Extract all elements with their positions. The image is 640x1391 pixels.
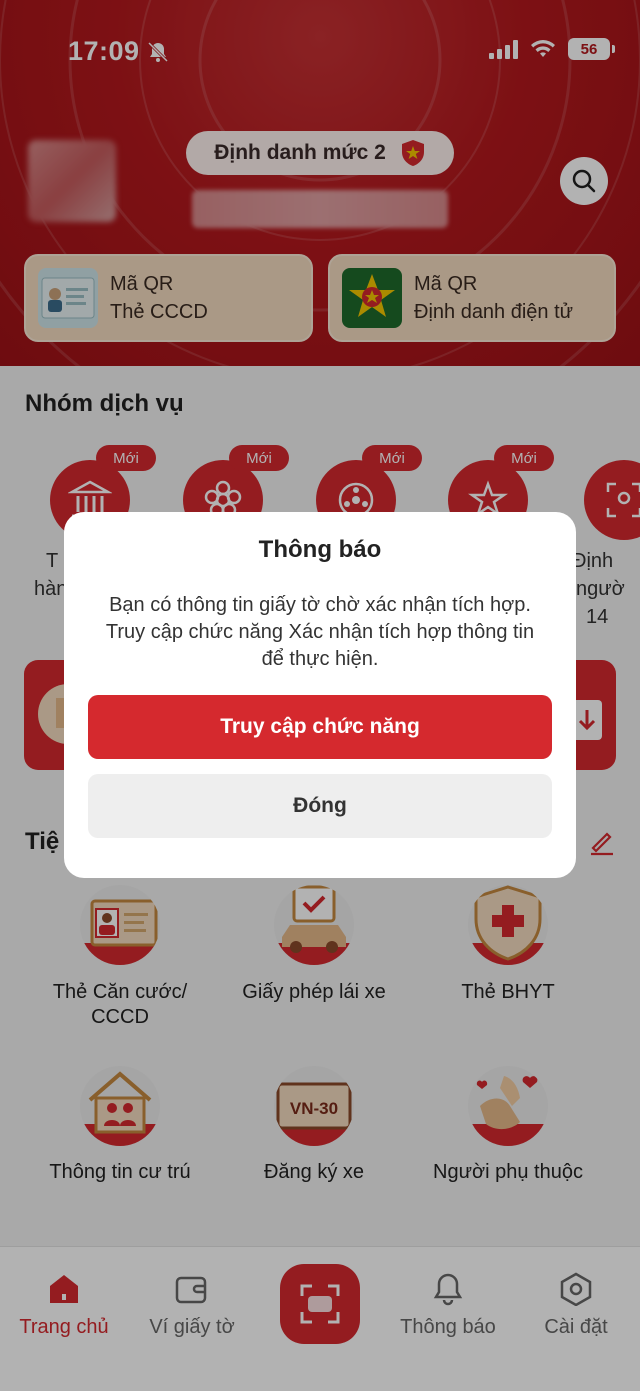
dialog-message: Bạn có thông tin giấy tờ chờ xác nhận tí… [105,594,535,670]
dialog-title: Thông báo [258,536,382,563]
notification-dialog: Thông báo Bạn có thông tin giấy tờ chờ x… [64,512,576,878]
close-button[interactable]: Đóng [88,774,552,838]
access-feature-button[interactable]: Truy cập chức năng [88,695,552,759]
